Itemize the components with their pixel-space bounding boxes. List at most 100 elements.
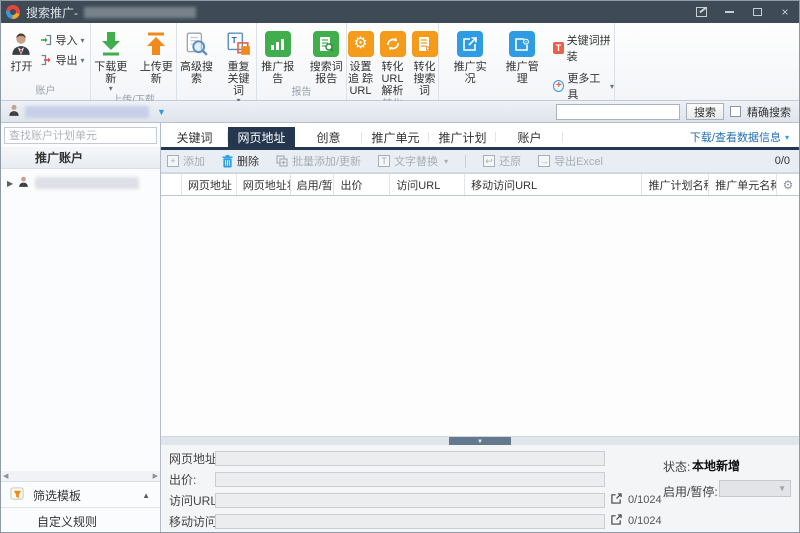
app-logo-icon: [6, 5, 20, 19]
batch-add-update-button[interactable]: 批量添加/更新: [276, 153, 361, 169]
promotion-live-button[interactable]: 推广实况: [449, 28, 491, 86]
tree-avatar-icon: [17, 175, 30, 191]
col-enable-pause[interactable]: 启用/暂停: [291, 174, 335, 195]
export-button[interactable]: 导出 ▾: [40, 52, 84, 68]
ribbon-group-account-label: 账户: [1, 85, 90, 100]
tab-campaigns[interactable]: 推广计划: [429, 127, 496, 147]
batch-add-icon: [276, 155, 288, 167]
download-link-caret-icon: ▾: [785, 133, 789, 142]
exact-search-checkbox[interactable]: [730, 106, 741, 117]
ribbon-group-filter: 高级搜索 T 重复 关键词 ▾ 筛选: [177, 23, 257, 100]
main-area: 关键词 网页地址 创意 推广单元 推广计划 账户 下载/查看数据信息 ▾ + 添…: [161, 123, 799, 532]
filter-template-row[interactable]: 筛选模板 ▲: [1, 483, 160, 508]
plus-circle-icon: +: [553, 80, 564, 92]
restore-button[interactable]: ↩ 还原: [483, 153, 521, 169]
more-tools-button[interactable]: + 更多工具 ▾: [553, 70, 614, 102]
open-button[interactable]: 打开: [6, 28, 36, 74]
custom-rules-row[interactable]: 自定义规则: [1, 509, 160, 533]
conversion-doc-icon: [412, 31, 438, 57]
conversion-search-terms-label: 转化 搜索词: [412, 61, 438, 97]
window-controls: ×: [687, 1, 799, 23]
download-update-button[interactable]: 下载更新 ▾: [91, 28, 131, 94]
ribbon-group-account: 打开 导入 ▾ 导出 ▾ 账户: [1, 23, 91, 100]
ribbon-group-updown: 下载更新 ▾ 上传更新 上传/下载: [91, 23, 177, 100]
more-tools-label: 更多工具: [567, 70, 607, 102]
mobile-visit-url-field[interactable]: [215, 514, 605, 529]
close-icon: ×: [781, 5, 788, 19]
scroll-left-icon[interactable]: ◀: [3, 472, 8, 480]
webpage-url-field-label: 网页地址:: [169, 450, 220, 467]
global-search-input[interactable]: [556, 104, 680, 120]
col-webpage-url-status[interactable]: 网页地址状态: [237, 174, 291, 195]
col-campaign-name[interactable]: 推广计划名称: [642, 174, 709, 195]
maximize-button[interactable]: [743, 1, 771, 23]
restore-icon: ↩: [483, 155, 495, 167]
table-body-empty[interactable]: [161, 196, 799, 436]
visit-url-field[interactable]: [215, 493, 605, 508]
filter-template-label: 筛选模板: [33, 487, 81, 504]
account-tree-item[interactable]: ▶: [1, 173, 160, 193]
visit-url-counter: 0/1024: [628, 494, 662, 506]
export-excel-button[interactable]: → 导出Excel: [538, 153, 603, 169]
keyword-assembly-button[interactable]: T 关键词拼装: [553, 32, 614, 64]
col-webpage-url[interactable]: 网页地址: [182, 174, 237, 195]
bid-field[interactable]: [215, 472, 605, 487]
feedback-button[interactable]: [687, 1, 715, 23]
open-label: 打开: [10, 61, 32, 73]
ribbon: 打开 导入 ▾ 导出 ▾ 账户: [1, 23, 799, 101]
import-icon: [40, 34, 52, 46]
scroll-right-icon[interactable]: ▶: [153, 472, 158, 480]
duplicate-keywords-button[interactable]: T 重复 关键词 ▾: [221, 28, 256, 106]
text-replace-caret-icon: ▾: [444, 157, 448, 166]
set-tracking-url-button[interactable]: ⚙ 设置追 踪URL: [346, 28, 376, 98]
text-replace-button[interactable]: T 文字替换 ▾: [378, 153, 448, 169]
tab-creatives[interactable]: 创意: [295, 127, 362, 147]
sidebar-horizontal-scrollbar[interactable]: ◀ ▶: [1, 471, 160, 482]
col-visit-url[interactable]: 访问URL: [390, 174, 465, 195]
promotion-report-button[interactable]: 推广报告: [257, 28, 298, 86]
tab-ad-units[interactable]: 推广单元: [362, 127, 429, 147]
filter-collapse-icon[interactable]: ▲: [142, 491, 150, 500]
sidebar-search-input[interactable]: [5, 130, 155, 142]
minimize-button[interactable]: [715, 1, 743, 23]
download-view-data-link[interactable]: 下载/查看数据信息 ▾: [690, 127, 799, 147]
mobile-visit-url-counter: 0/1024: [628, 515, 662, 527]
app-window: 搜索推广- × 打开 导入 ▾: [0, 0, 800, 533]
app-title: 搜索推广-: [26, 4, 78, 21]
upload-update-button[interactable]: 上传更新: [137, 28, 177, 86]
refresh-icon: [380, 31, 406, 57]
col-bid[interactable]: 出价: [334, 174, 390, 195]
col-mobile-visit-url[interactable]: 移动访问URL: [465, 174, 642, 195]
expand-mobile-visit-url-button[interactable]: [611, 514, 622, 528]
search-term-report-button[interactable]: 搜索词 报告: [306, 28, 346, 86]
add-button[interactable]: + 添加: [167, 153, 205, 169]
conversion-search-terms-button[interactable]: 转化 搜索词: [410, 28, 440, 98]
import-button[interactable]: 导入 ▾: [40, 32, 84, 48]
webpage-url-field[interactable]: [215, 451, 605, 466]
promotion-manage-button[interactable]: ⚙ 推广管理: [501, 28, 543, 86]
text-replace-icon: T: [378, 155, 390, 167]
ribbon-group-tools: 推广实况 ⚙ 推广管理 T 关键词拼装 + 更多工具: [439, 23, 615, 100]
keyword-assembly-label: 关键词拼装: [567, 32, 614, 64]
delete-button[interactable]: 删除: [222, 153, 259, 169]
conversion-url-parse-button[interactable]: 转化 URL解析: [378, 28, 408, 98]
table-toolbar: + 添加 删除 批量添加/更新 T 文字替换 ▾ ↩ 还原 →: [161, 150, 799, 173]
advanced-search-button[interactable]: 高级搜索: [177, 28, 216, 86]
col-ad-unit-name[interactable]: 推广单元名称: [709, 174, 777, 195]
redacted-tree-account: [35, 177, 139, 189]
column-settings-button[interactable]: ⚙: [777, 174, 799, 195]
promotion-live-label: 推广实况: [451, 61, 489, 85]
tab-account[interactable]: 账户: [496, 127, 563, 147]
trash-icon: [222, 155, 233, 168]
close-button[interactable]: ×: [771, 1, 799, 23]
more-tools-caret-icon: ▾: [610, 82, 614, 91]
expand-visit-url-button[interactable]: [611, 493, 622, 507]
tab-webpage-url[interactable]: 网页地址: [228, 127, 295, 147]
header-select-column: [161, 174, 182, 195]
search-button[interactable]: 搜索: [686, 103, 724, 120]
download-update-label: 下载更新: [93, 61, 129, 85]
tree-expand-icon[interactable]: ▶: [7, 179, 13, 188]
bar-chart-icon: [265, 31, 291, 57]
tab-keywords[interactable]: 关键词: [161, 127, 228, 147]
account-dropdown-icon[interactable]: ▼: [157, 107, 166, 117]
